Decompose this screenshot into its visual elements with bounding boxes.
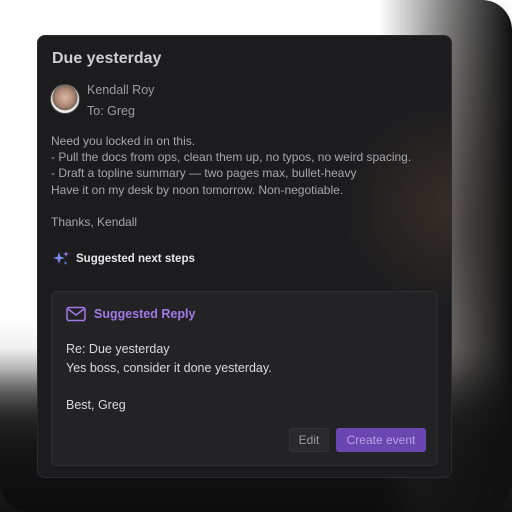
reply-signature: Best, Greg bbox=[66, 397, 126, 412]
suggested-reply-header: Suggested Reply bbox=[66, 306, 195, 322]
email-body: Need you locked in on this. - Pull the d… bbox=[51, 133, 446, 230]
reply-text: Re: Due yesterday Yes boss, consider it … bbox=[66, 340, 272, 414]
email-title: Due yesterday bbox=[52, 50, 162, 67]
create-event-button[interactable]: Create event bbox=[336, 428, 426, 452]
recipient-line: To: Greg bbox=[87, 104, 135, 118]
body-line: - Draft a topline summary — two pages ma… bbox=[51, 166, 357, 181]
body-line: Need you locked in on this. bbox=[51, 134, 196, 148]
body-line: - Pull the docs from ops, clean them up,… bbox=[51, 150, 412, 165]
suggested-steps-header: Suggested next steps bbox=[52, 250, 195, 268]
suggested-steps-label: Suggested next steps bbox=[76, 253, 195, 265]
sender-name: Kendall Roy bbox=[87, 83, 155, 97]
edit-button[interactable]: Edit bbox=[289, 428, 329, 452]
email-signoff: Thanks, Kendall bbox=[51, 214, 138, 229]
suggested-reply-label: Suggested Reply bbox=[94, 307, 196, 321]
sparkle-icon bbox=[52, 250, 70, 268]
body-line: Have it on my desk by noon tomorrow. Non… bbox=[51, 182, 344, 197]
avatar bbox=[50, 84, 80, 114]
reply-subject: Re: Due yesterday bbox=[66, 342, 170, 356]
email-card: Due yesterday Kendall Roy To: Greg Need … bbox=[37, 35, 452, 478]
reply-message: Yes boss, consider it done yesterday. bbox=[66, 360, 272, 375]
mail-icon bbox=[66, 306, 86, 322]
suggested-reply-panel: Suggested Reply Re: Due yesterday Yes bo… bbox=[51, 291, 438, 466]
